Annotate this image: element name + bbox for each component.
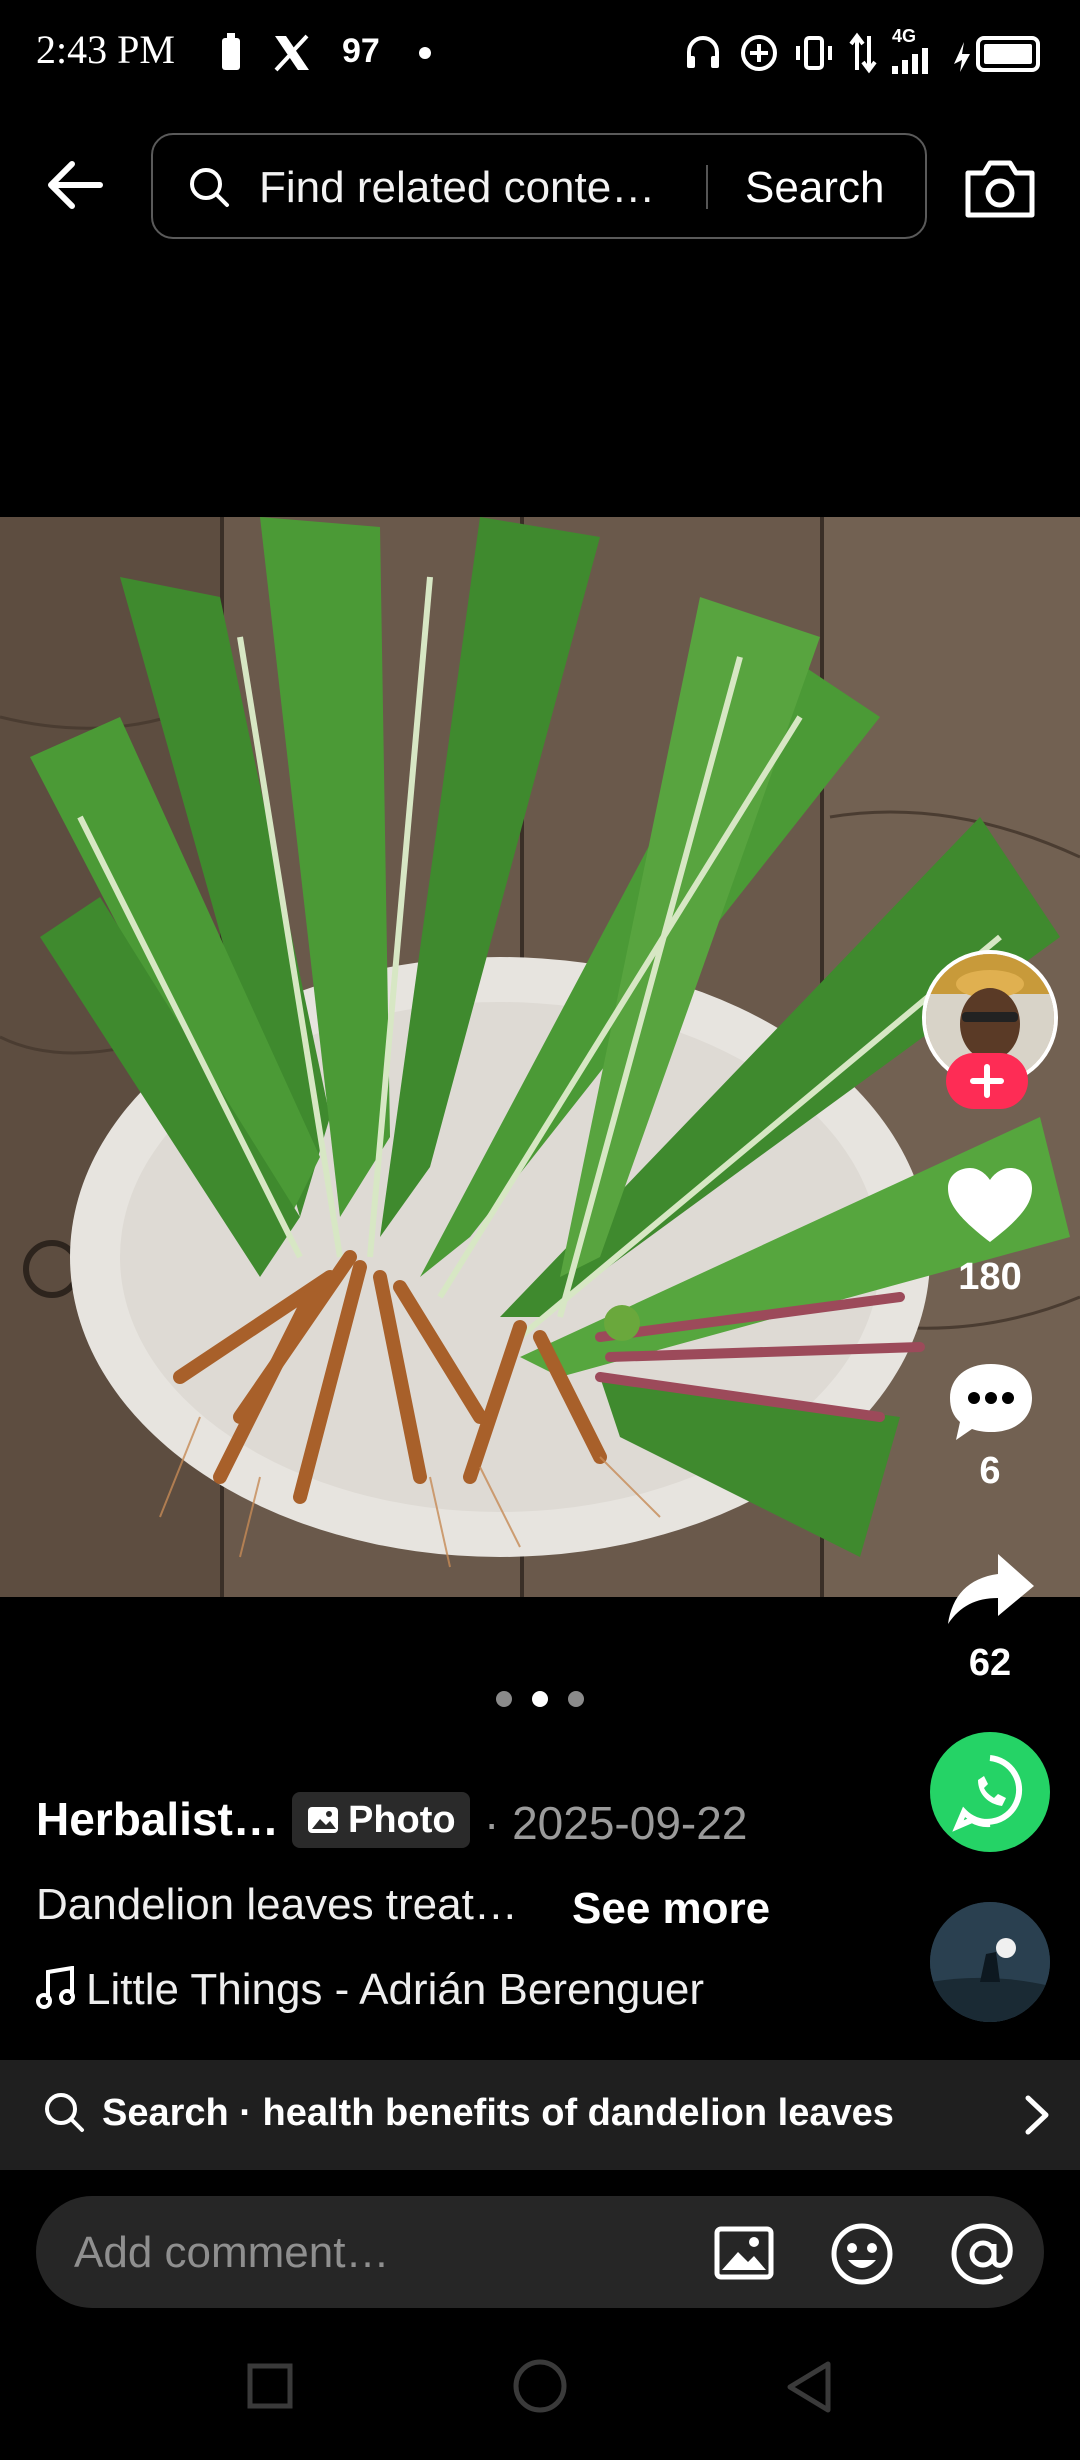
photo-badge-label: Photo bbox=[348, 1799, 456, 1841]
back-arrow-icon[interactable] bbox=[40, 150, 110, 220]
music-track-label: Little Things - Adrián Berenguer bbox=[86, 1965, 704, 2014]
search-icon bbox=[190, 168, 229, 207]
page-dot-2-active bbox=[532, 1691, 548, 1707]
heart-icon[interactable] bbox=[946, 1166, 1034, 1246]
related-search-text: Search · health benefits of dandelion le… bbox=[102, 2092, 894, 2134]
camera-icon[interactable] bbox=[962, 155, 1038, 221]
photo-badge: Photo bbox=[292, 1792, 470, 1848]
music-track[interactable]: Little Things - Adrián Berenguer bbox=[36, 1965, 704, 2015]
chevron-right-icon bbox=[1025, 2095, 1049, 2135]
share-icon[interactable] bbox=[946, 1552, 1036, 1628]
comment-count: 6 bbox=[979, 1450, 1001, 1492]
follow-button[interactable] bbox=[946, 1053, 1028, 1109]
x-logo-icon bbox=[274, 34, 309, 72]
headset-icon bbox=[687, 36, 719, 68]
dot-icon bbox=[419, 47, 431, 59]
related-search-bar[interactable]: Search · health benefits of dandelion le… bbox=[0, 2060, 1080, 2170]
whatsapp-share-button[interactable] bbox=[930, 1732, 1050, 1852]
signal-icon bbox=[892, 48, 928, 74]
page-dot-1 bbox=[496, 1691, 512, 1707]
comment-icon[interactable] bbox=[946, 1360, 1036, 1444]
music-note-icon bbox=[36, 1965, 75, 2009]
plus-icon bbox=[970, 1064, 1004, 1098]
post-photo[interactable] bbox=[0, 517, 1080, 1597]
comment-input[interactable]: Add comment… bbox=[74, 2228, 389, 2278]
post-caption[interactable]: Dandelion leaves treat… bbox=[36, 1880, 518, 1930]
share-count: 62 bbox=[968, 1642, 1012, 1684]
post-date: · 2025-09-22 bbox=[484, 1797, 748, 1849]
like-count: 180 bbox=[958, 1256, 1022, 1298]
vibrate-icon bbox=[796, 36, 832, 70]
whatsapp-icon bbox=[952, 1755, 1023, 1832]
search-icon bbox=[45, 2093, 84, 2132]
status-time: 2:43 PM bbox=[36, 27, 175, 72]
page-dot-3 bbox=[568, 1691, 584, 1707]
battery-icon bbox=[954, 36, 1040, 72]
search-divider bbox=[706, 165, 708, 209]
search-button[interactable]: Search bbox=[745, 163, 884, 213]
image-icon bbox=[308, 1807, 338, 1833]
emoji-icon[interactable] bbox=[830, 2222, 894, 2286]
status-bar: 2:43 PM 97 4G bbox=[0, 0, 1080, 110]
music-disc[interactable] bbox=[930, 1902, 1050, 2022]
author-name[interactable]: Herbalist… bbox=[36, 1792, 279, 1846]
search-bar[interactable]: Find related conte… Search bbox=[151, 133, 927, 239]
home-nav-icon[interactable] bbox=[512, 2358, 568, 2414]
notification-count: 97 bbox=[342, 32, 380, 70]
data-arrows-icon bbox=[849, 32, 877, 74]
mention-icon[interactable] bbox=[950, 2222, 1016, 2286]
comment-bar[interactable]: Add comment… bbox=[36, 2196, 1044, 2308]
add-circle-icon bbox=[741, 35, 777, 71]
image-attach-icon[interactable] bbox=[714, 2226, 774, 2280]
see-more-link[interactable]: See more bbox=[572, 1884, 770, 1934]
search-input[interactable]: Find related conte… bbox=[259, 163, 655, 213]
battery-small-icon bbox=[222, 33, 240, 70]
recents-nav-icon[interactable] bbox=[246, 2362, 294, 2410]
back-nav-icon[interactable] bbox=[784, 2360, 834, 2414]
